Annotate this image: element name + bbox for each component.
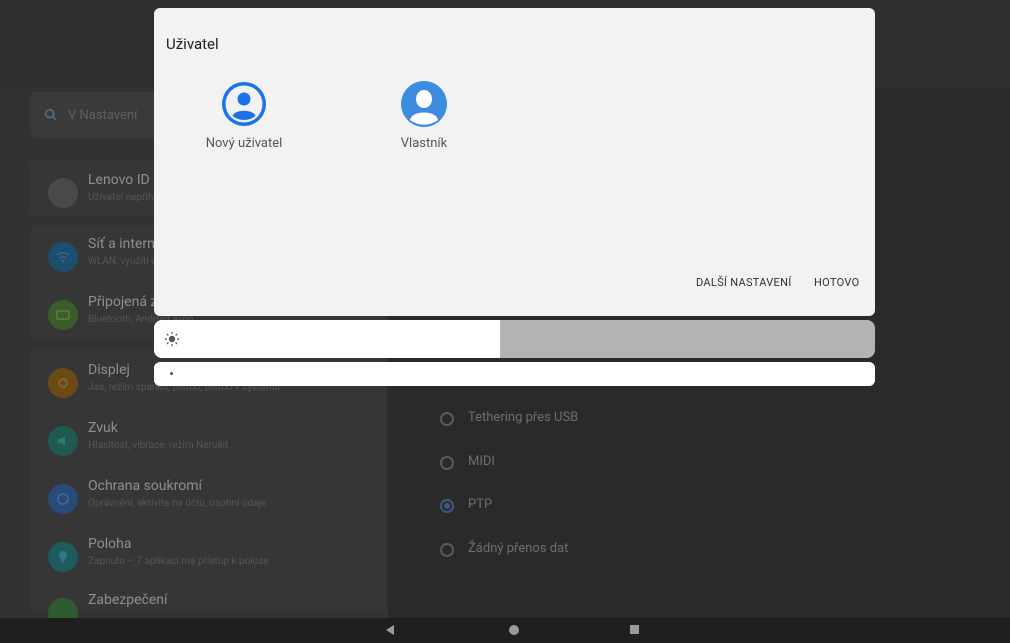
sound-icon (48, 426, 78, 456)
usb-option-label: Tethering přes USB (468, 410, 579, 425)
search-placeholder: V Nastavení (68, 107, 138, 123)
home-icon[interactable] (509, 625, 519, 635)
usb-option-label: MIDI (468, 454, 495, 469)
brightness-slider[interactable] (154, 320, 875, 358)
radio-button[interactable] (440, 543, 454, 557)
settings-item-security[interactable]: Zabezpečení (48, 592, 378, 618)
brightness-icon (164, 331, 180, 347)
done-button[interactable]: HOTOVO (814, 276, 859, 289)
settings-item-summary: Oprávnění, aktivita na účtu, osobní údaj… (88, 498, 267, 509)
lock-icon (48, 598, 78, 618)
lenovo-id-title: Lenovo ID (88, 172, 150, 188)
quick-settings-footer (154, 362, 875, 386)
usb-option-ptp[interactable]: PTP (440, 497, 740, 521)
usb-option-no-transfer[interactable]: Žádný přenos dat (440, 541, 740, 565)
account-avatar-icon (48, 178, 78, 208)
usb-option-label: PTP (468, 497, 493, 512)
user-name: Vlastník (400, 136, 448, 151)
devices-icon (48, 300, 78, 330)
usb-option-label: Žádný přenos dat (468, 541, 569, 556)
settings-item-privacy[interactable]: Ochrana soukromí Oprávnění, aktivita na … (48, 478, 378, 526)
account-circle-icon (220, 80, 268, 128)
user-name: Nový uživatel (205, 136, 283, 151)
radio-button[interactable] (440, 412, 454, 426)
settings-item-label: Ochrana soukromí (88, 478, 202, 494)
more-settings-button[interactable]: DALŠÍ NASTAVENÍ (696, 276, 792, 289)
search-icon (44, 108, 57, 121)
settings-item-location[interactable]: Poloha Zapnuto – 7 aplikací má přístup k… (48, 536, 378, 584)
settings-item-label: Zabezpečení (88, 592, 168, 608)
system-navigation-bar (0, 618, 1010, 643)
usb-option-tethering[interactable]: Tethering přes USB (440, 410, 740, 434)
recents-icon[interactable] (630, 625, 639, 634)
user-owner[interactable]: Vlastník (354, 80, 494, 151)
settings-item-label: Poloha (88, 536, 132, 552)
page-indicator-dot (170, 372, 173, 375)
owner-avatar-icon (400, 80, 448, 128)
settings-item-label: Zvuk (88, 420, 118, 436)
privacy-icon (48, 484, 78, 514)
location-icon (48, 542, 78, 572)
settings-item-label: Displej (88, 362, 130, 378)
user-new[interactable]: Nový uživatel (174, 80, 314, 151)
wifi-icon (48, 242, 78, 272)
user-switcher-panel: Uživatel Nový uživatel Vlastník DALŠÍ NA… (154, 8, 875, 316)
radio-button[interactable] (440, 456, 454, 470)
usb-option-midi[interactable]: MIDI (440, 454, 740, 478)
back-icon[interactable] (386, 625, 394, 635)
dialog-title: Uživatel (166, 35, 219, 53)
display-icon (48, 368, 78, 398)
settings-item-sound[interactable]: Zvuk Hlasitost, vibrace, režim Nerušit (48, 420, 378, 468)
settings-item-summary: Zapnuto – 7 aplikací má přístup k poloze (88, 556, 269, 567)
settings-item-summary: Hlasitost, vibrace, režim Nerušit (88, 440, 229, 451)
radio-button-selected[interactable] (440, 499, 454, 513)
brightness-slider-fill (154, 320, 501, 358)
